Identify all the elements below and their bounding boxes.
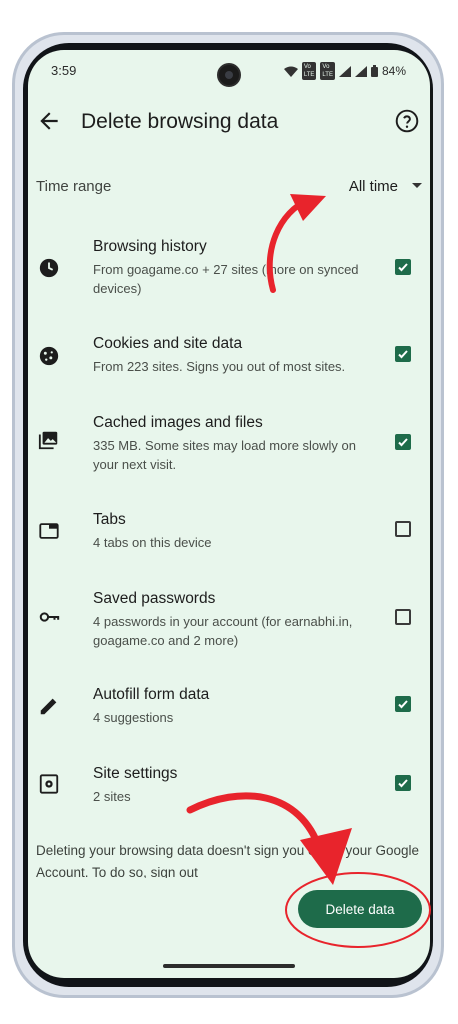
time-range-value[interactable]: All time (349, 178, 398, 195)
status-icons: Vo LTE Vo LTE 84% (283, 62, 406, 80)
help-icon[interactable] (394, 108, 420, 134)
option-saved-passwords[interactable]: Saved passwords 4 passwords in your acco… (28, 587, 430, 657)
option-subtitle: 4 passwords in your account (for earnabh… (93, 614, 353, 648)
option-title: Cookies and site data (93, 335, 243, 352)
option-subtitle: 335 MB. Some sites may load more slowly … (93, 438, 356, 472)
option-title: Cached images and files (93, 414, 263, 431)
option-title: Autofill form data (93, 686, 210, 703)
option-browsing-history[interactable]: Browsing history From goagame.co + 27 si… (28, 235, 430, 305)
option-autofill[interactable]: Autofill form data 4 suggestions (28, 683, 430, 733)
option-title: Site settings (93, 765, 178, 782)
checkbox[interactable] (395, 434, 411, 450)
time-range-selector[interactable]: Time range All time (36, 174, 422, 202)
signal-icon (338, 65, 351, 77)
cookie-icon (39, 346, 59, 366)
checkbox[interactable] (395, 609, 411, 625)
front-camera (217, 63, 241, 87)
app-bar: Delete browsing data (28, 102, 430, 146)
option-subtitle: 4 tabs on this device (93, 535, 212, 550)
wifi-icon (283, 66, 298, 77)
option-cached-images[interactable]: Cached images and files 335 MB. Some sit… (28, 411, 430, 481)
checkbox[interactable] (395, 346, 411, 362)
dropdown-caret-icon[interactable] (412, 183, 422, 188)
option-title: Saved passwords (93, 590, 216, 607)
delete-data-button[interactable]: Delete data (298, 890, 422, 928)
status-time: 3:59 (51, 63, 77, 78)
clock-icon (39, 258, 59, 278)
screen: 3:59 Vo LTE Vo LTE 84% Delete browsing dat… (28, 50, 430, 978)
footer-note: Deleting your browsing data doesn't sign… (36, 843, 420, 878)
gesture-bar (163, 964, 295, 968)
pencil-icon (40, 698, 57, 715)
volte-icon: Vo LTE (301, 62, 317, 80)
signal-2-icon (354, 65, 367, 77)
site-settings-icon (39, 774, 59, 794)
image-icon (38, 431, 58, 450)
battery-icon (370, 65, 378, 77)
time-range-label: Time range (36, 178, 112, 195)
option-site-settings[interactable]: Site settings 2 sites (28, 762, 430, 812)
page-title: Delete browsing data (81, 110, 279, 133)
option-cookies[interactable]: Cookies and site data From 223 sites. Si… (28, 332, 430, 382)
option-title: Tabs (93, 511, 126, 528)
option-subtitle: From 223 sites. Signs you out of most si… (93, 359, 346, 374)
key-icon (39, 612, 60, 622)
option-tabs[interactable]: Tabs 4 tabs on this device (28, 508, 430, 558)
option-subtitle: 4 suggestions (93, 710, 174, 725)
checkbox[interactable] (395, 259, 411, 275)
checkbox[interactable] (395, 696, 411, 712)
volte-2-icon: Vo LTE (320, 62, 335, 80)
checkbox[interactable] (395, 521, 411, 537)
option-subtitle: 2 sites (93, 789, 131, 804)
option-title: Browsing history (93, 238, 207, 255)
battery-percent: 84% (381, 64, 406, 78)
tab-icon (39, 523, 59, 539)
checkbox[interactable] (395, 775, 411, 791)
back-arrow-icon[interactable] (36, 108, 62, 134)
option-subtitle: From goagame.co + 27 sites (more on sync… (93, 262, 359, 296)
